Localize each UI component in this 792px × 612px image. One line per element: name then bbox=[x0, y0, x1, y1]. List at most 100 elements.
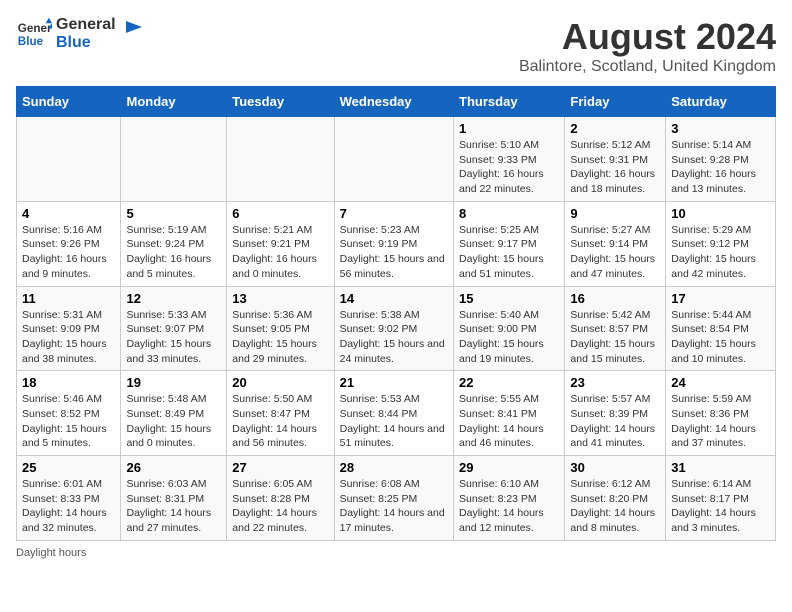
calendar-cell: 9 Sunrise: 5:27 AMSunset: 9:14 PMDaylight… bbox=[565, 201, 666, 286]
cell-content: Sunrise: 5:33 AMSunset: 9:07 PMDaylight:… bbox=[126, 308, 221, 367]
day-number: 13 bbox=[232, 291, 328, 306]
cell-content: Sunrise: 5:44 AMSunset: 8:54 PMDaylight:… bbox=[671, 308, 770, 367]
calendar-cell bbox=[227, 117, 334, 202]
cell-content: Sunrise: 6:14 AMSunset: 8:17 PMDaylight:… bbox=[671, 477, 770, 536]
day-number: 19 bbox=[126, 375, 221, 390]
day-number: 17 bbox=[671, 291, 770, 306]
calendar-cell: 12 Sunrise: 5:33 AMSunset: 9:07 PMDayligh… bbox=[121, 286, 227, 371]
day-number: 22 bbox=[459, 375, 559, 390]
cell-content: Sunrise: 5:36 AMSunset: 9:05 PMDaylight:… bbox=[232, 308, 328, 367]
day-number: 21 bbox=[340, 375, 448, 390]
logo-blue: Blue bbox=[56, 34, 116, 52]
day-number: 10 bbox=[671, 206, 770, 221]
calendar-cell: 4 Sunrise: 5:16 AMSunset: 9:26 PMDaylight… bbox=[17, 201, 121, 286]
cell-content: Sunrise: 5:48 AMSunset: 8:49 PMDaylight:… bbox=[126, 392, 221, 451]
calendar-cell: 19 Sunrise: 5:48 AMSunset: 8:49 PMDayligh… bbox=[121, 371, 227, 456]
cell-content: Sunrise: 5:19 AMSunset: 9:24 PMDaylight:… bbox=[126, 223, 221, 282]
cell-content: Sunrise: 5:23 AMSunset: 9:19 PMDaylight:… bbox=[340, 223, 448, 282]
calendar-table: SundayMondayTuesdayWednesdayThursdayFrid… bbox=[16, 86, 776, 541]
calendar-cell: 25Sunrise: 6:01 AMSunset: 8:33 PMDayligh… bbox=[17, 456, 121, 541]
day-number: 16 bbox=[570, 291, 660, 306]
cell-content: Sunrise: 5:40 AMSunset: 9:00 PMDaylight:… bbox=[459, 308, 559, 367]
day-number: 20 bbox=[232, 375, 328, 390]
calendar-cell: 31 Sunrise: 6:14 AMSunset: 8:17 PMDayligh… bbox=[666, 456, 776, 541]
calendar-week-row: 11 Sunrise: 5:31 AMSunset: 9:09 PMDayligh… bbox=[17, 286, 776, 371]
daylight-label: Daylight hours bbox=[16, 547, 86, 559]
calendar-week-row: 1 Sunrise: 5:10 AMSunset: 9:33 PMDaylight… bbox=[17, 117, 776, 202]
title-area: August 2024 Balintore, Scotland, United … bbox=[519, 16, 776, 76]
footer-note: Daylight hours bbox=[16, 547, 776, 559]
cell-content: Sunrise: 5:29 AMSunset: 9:12 PMDaylight:… bbox=[671, 223, 770, 282]
day-number: 1 bbox=[459, 121, 559, 136]
logo: General Blue General Blue bbox=[16, 16, 144, 52]
cell-content: Sunrise: 5:16 AMSunset: 9:26 PMDaylight:… bbox=[22, 223, 115, 282]
calendar-cell: 28 Sunrise: 6:08 AMSunset: 8:25 PMDayligh… bbox=[334, 456, 453, 541]
day-number: 23 bbox=[570, 375, 660, 390]
calendar-cell: 3 Sunrise: 5:14 AMSunset: 9:28 PMDaylight… bbox=[666, 117, 776, 202]
cell-content: Sunrise: 6:05 AMSunset: 8:28 PMDaylight:… bbox=[232, 477, 328, 536]
calendar-cell bbox=[334, 117, 453, 202]
page-title: August 2024 bbox=[519, 16, 776, 58]
svg-text:General: General bbox=[18, 22, 52, 35]
svg-text:Blue: Blue bbox=[18, 35, 44, 48]
calendar-header-row: SundayMondayTuesdayWednesdayThursdayFrid… bbox=[17, 87, 776, 117]
day-number: 4 bbox=[22, 206, 115, 221]
day-number: 15 bbox=[459, 291, 559, 306]
logo-icon: General Blue bbox=[16, 16, 52, 52]
cell-content: Sunrise: 5:25 AMSunset: 9:17 PMDaylight:… bbox=[459, 223, 559, 282]
column-header-tuesday: Tuesday bbox=[227, 87, 334, 117]
header: General Blue General Blue August 2024 Ba… bbox=[16, 16, 776, 76]
calendar-cell: 6 Sunrise: 5:21 AMSunset: 9:21 PMDaylight… bbox=[227, 201, 334, 286]
cell-content: Sunrise: 6:03 AMSunset: 8:31 PMDaylight:… bbox=[126, 477, 221, 536]
calendar-cell: 8 Sunrise: 5:25 AMSunset: 9:17 PMDaylight… bbox=[454, 201, 565, 286]
cell-content: Sunrise: 5:42 AMSunset: 8:57 PMDaylight:… bbox=[570, 308, 660, 367]
day-number: 8 bbox=[459, 206, 559, 221]
day-number: 3 bbox=[671, 121, 770, 136]
day-number: 6 bbox=[232, 206, 328, 221]
calendar-week-row: 18Sunrise: 5:46 AMSunset: 8:52 PMDayligh… bbox=[17, 371, 776, 456]
calendar-cell: 2Sunrise: 5:12 AMSunset: 9:31 PMDaylight… bbox=[565, 117, 666, 202]
cell-content: Sunrise: 5:50 AMSunset: 8:47 PMDaylight:… bbox=[232, 392, 328, 451]
calendar-cell: 20 Sunrise: 5:50 AMSunset: 8:47 PMDayligh… bbox=[227, 371, 334, 456]
day-number: 5 bbox=[126, 206, 221, 221]
calendar-week-row: 25Sunrise: 6:01 AMSunset: 8:33 PMDayligh… bbox=[17, 456, 776, 541]
day-number: 9 bbox=[570, 206, 660, 221]
calendar-cell: 15 Sunrise: 5:40 AMSunset: 9:00 PMDayligh… bbox=[454, 286, 565, 371]
day-number: 30 bbox=[570, 460, 660, 475]
column-header-monday: Monday bbox=[121, 87, 227, 117]
cell-content: Sunrise: 6:08 AMSunset: 8:25 PMDaylight:… bbox=[340, 477, 448, 536]
column-header-friday: Friday bbox=[565, 87, 666, 117]
calendar-cell: 27Sunrise: 6:05 AMSunset: 8:28 PMDayligh… bbox=[227, 456, 334, 541]
calendar-cell: 13 Sunrise: 5:36 AMSunset: 9:05 PMDayligh… bbox=[227, 286, 334, 371]
logo-general: General bbox=[56, 16, 116, 34]
column-header-thursday: Thursday bbox=[454, 87, 565, 117]
cell-content: Sunrise: 5:55 AMSunset: 8:41 PMDaylight:… bbox=[459, 392, 559, 451]
cell-content: Sunrise: 5:27 AMSunset: 9:14 PMDaylight:… bbox=[570, 223, 660, 282]
calendar-cell: 18Sunrise: 5:46 AMSunset: 8:52 PMDayligh… bbox=[17, 371, 121, 456]
cell-content: Sunrise: 6:10 AMSunset: 8:23 PMDaylight:… bbox=[459, 477, 559, 536]
cell-content: Sunrise: 5:14 AMSunset: 9:28 PMDaylight:… bbox=[671, 138, 770, 197]
day-number: 11 bbox=[22, 291, 115, 306]
calendar-cell: 22 Sunrise: 5:55 AMSunset: 8:41 PMDayligh… bbox=[454, 371, 565, 456]
cell-content: Sunrise: 5:21 AMSunset: 9:21 PMDaylight:… bbox=[232, 223, 328, 282]
calendar-cell: 23Sunrise: 5:57 AMSunset: 8:39 PMDayligh… bbox=[565, 371, 666, 456]
logo-flag-icon bbox=[122, 19, 144, 41]
calendar-cell: 11 Sunrise: 5:31 AMSunset: 9:09 PMDayligh… bbox=[17, 286, 121, 371]
calendar-cell: 26Sunrise: 6:03 AMSunset: 8:31 PMDayligh… bbox=[121, 456, 227, 541]
cell-content: Sunrise: 5:31 AMSunset: 9:09 PMDaylight:… bbox=[22, 308, 115, 367]
day-number: 28 bbox=[340, 460, 448, 475]
column-header-saturday: Saturday bbox=[666, 87, 776, 117]
column-header-wednesday: Wednesday bbox=[334, 87, 453, 117]
cell-content: Sunrise: 5:53 AMSunset: 8:44 PMDaylight:… bbox=[340, 392, 448, 451]
day-number: 12 bbox=[126, 291, 221, 306]
calendar-cell: 21 Sunrise: 5:53 AMSunset: 8:44 PMDayligh… bbox=[334, 371, 453, 456]
cell-content: Sunrise: 5:10 AMSunset: 9:33 PMDaylight:… bbox=[459, 138, 559, 197]
calendar-cell: 1 Sunrise: 5:10 AMSunset: 9:33 PMDaylight… bbox=[454, 117, 565, 202]
calendar-cell bbox=[121, 117, 227, 202]
day-number: 7 bbox=[340, 206, 448, 221]
day-number: 31 bbox=[671, 460, 770, 475]
calendar-cell: 5 Sunrise: 5:19 AMSunset: 9:24 PMDaylight… bbox=[121, 201, 227, 286]
day-number: 14 bbox=[340, 291, 448, 306]
calendar-cell: 29Sunrise: 6:10 AMSunset: 8:23 PMDayligh… bbox=[454, 456, 565, 541]
cell-content: Sunrise: 6:01 AMSunset: 8:33 PMDaylight:… bbox=[22, 477, 115, 536]
